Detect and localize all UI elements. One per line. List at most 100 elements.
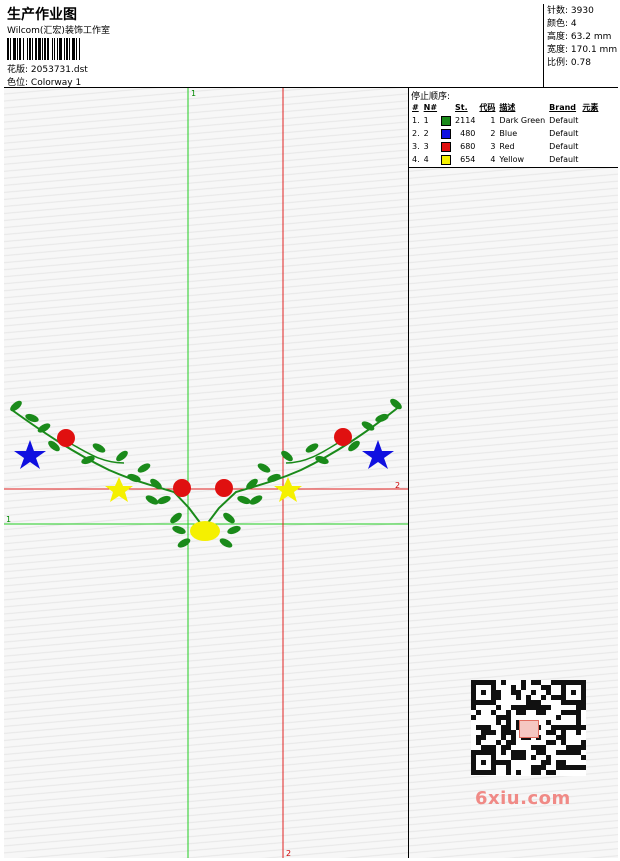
cell-swatch bbox=[439, 114, 453, 127]
cell-index: 1. bbox=[412, 116, 420, 125]
red-rose-2 bbox=[173, 479, 191, 497]
colorway-label: 色位: bbox=[7, 78, 29, 88]
green-guide-label-left: 1 bbox=[6, 515, 11, 524]
leaf bbox=[92, 443, 106, 453]
cell-element bbox=[580, 114, 600, 127]
cell-needle: 3 bbox=[423, 142, 429, 151]
blue-star-right bbox=[362, 440, 394, 469]
cell-needle: 2 bbox=[423, 129, 429, 138]
leaf bbox=[257, 463, 271, 473]
cell-brand: Default bbox=[549, 142, 579, 151]
cell-description: Yellow bbox=[499, 155, 525, 164]
stop-sequence-table: # N# St. 代码 描述 Brand 元素 1. 1 2114 1 Dark Gre… bbox=[410, 101, 600, 166]
table-row: 2. 2 480 2 Blue Default bbox=[410, 127, 600, 140]
leaf bbox=[25, 413, 39, 423]
table-row: 4. 4 654 4 Yellow Default bbox=[410, 153, 600, 166]
right-panel: 停止顺序: # N# St. 代码 描述 Brand 元素 1. 1 2114 1 Da… bbox=[409, 88, 618, 858]
leaf bbox=[10, 400, 22, 412]
color-swatch bbox=[441, 128, 452, 139]
col-index: # bbox=[412, 103, 419, 112]
colorway-row: 色位: Colorway 1 bbox=[7, 75, 81, 88]
cell-brand: Default bbox=[549, 129, 579, 138]
cell-description: Red bbox=[499, 142, 515, 151]
cell-element bbox=[580, 127, 600, 140]
cell-code: 1 bbox=[490, 116, 496, 125]
table-row: 3. 3 680 3 Red Default bbox=[410, 140, 600, 153]
cell-code: 4 bbox=[490, 155, 496, 164]
cell-stitches: 2114 bbox=[455, 116, 476, 125]
cell-element bbox=[580, 140, 600, 153]
stop-sequence-panel: 停止顺序: # N# St. 代码 描述 Brand 元素 1. 1 2114 1 Da… bbox=[409, 88, 618, 168]
spec-stitches: 针数: 3930 bbox=[547, 6, 594, 16]
qr-code bbox=[471, 680, 586, 776]
cell-index: 4. bbox=[412, 155, 420, 164]
cell-brand: Default bbox=[549, 116, 579, 125]
cell-stitches: 654 bbox=[460, 155, 476, 164]
leaf bbox=[137, 463, 151, 473]
leaf bbox=[219, 538, 233, 548]
company-name: Wilcom(汇宏)装饰工作室 bbox=[7, 26, 110, 36]
col-brand: Brand bbox=[549, 103, 577, 112]
table-row: 1. 1 2114 1 Dark Green Default bbox=[410, 114, 600, 127]
specs-panel: 针数: 3930 颜色: 4 高度: 63.2 mm 宽度: 170.1 mm … bbox=[543, 4, 618, 88]
col-element: 元素 bbox=[582, 103, 599, 112]
cell-swatch bbox=[439, 127, 453, 140]
leaf bbox=[223, 512, 235, 524]
cell-description: Blue bbox=[499, 129, 518, 138]
col-needle: N# bbox=[423, 103, 438, 112]
leaf bbox=[145, 495, 159, 505]
leaf bbox=[375, 413, 389, 423]
leaf bbox=[237, 495, 251, 505]
table-header-row: # N# St. 代码 描述 Brand 元素 bbox=[410, 101, 600, 114]
leaf bbox=[116, 450, 128, 462]
cell-description: Dark Green bbox=[499, 116, 546, 125]
cell-index: 2. bbox=[412, 129, 420, 138]
worksheet-header: 生产作业图 Wilcom(汇宏)装饰工作室 花版: 2053731.dst 色位… bbox=[4, 4, 618, 88]
red-guide-label-bottom: 2 bbox=[286, 849, 291, 858]
watermark: 6xiu.com bbox=[475, 788, 571, 809]
cell-code: 3 bbox=[490, 142, 496, 151]
colorway-value: Colorway 1 bbox=[30, 78, 82, 88]
col-stitches: St. bbox=[455, 103, 468, 112]
color-swatch bbox=[441, 141, 452, 152]
cell-needle: 1 bbox=[423, 116, 429, 125]
col-swatch bbox=[439, 101, 453, 114]
leaf bbox=[281, 450, 293, 462]
leaf bbox=[177, 538, 191, 548]
spec-colors: 颜色: 4 bbox=[547, 19, 577, 29]
design-file-row: 花版: 2053731.dst bbox=[7, 62, 88, 75]
spec-width: 宽度: 170.1 mm bbox=[547, 45, 618, 55]
leaf bbox=[305, 443, 319, 453]
red-rose-1 bbox=[57, 429, 75, 447]
leaf bbox=[227, 525, 241, 535]
design-file-label: 花版: bbox=[7, 65, 29, 75]
cell-swatch bbox=[439, 140, 453, 153]
spec-scale: 比例: 0.78 bbox=[547, 58, 591, 68]
page-title: 生产作业图 bbox=[7, 7, 77, 23]
qr-logo bbox=[519, 720, 539, 738]
color-swatch bbox=[441, 154, 452, 165]
cell-stitches: 680 bbox=[460, 142, 476, 151]
design-preview[interactable]: 1 1 2 2 bbox=[4, 88, 409, 858]
cell-brand: Default bbox=[549, 155, 579, 164]
red-guide-label-right: 2 bbox=[395, 481, 400, 490]
col-code: 代码 bbox=[479, 103, 496, 112]
yellow-center-flower bbox=[190, 521, 220, 541]
design-file-value: 2053731.dst bbox=[30, 65, 88, 75]
red-rose-4 bbox=[334, 428, 352, 446]
red-rose-3 bbox=[215, 479, 233, 497]
barcode bbox=[7, 38, 143, 60]
green-guide-label-top: 1 bbox=[191, 89, 196, 98]
cell-needle: 4 bbox=[423, 155, 429, 164]
spec-height: 高度: 63.2 mm bbox=[547, 32, 612, 42]
blue-star-left bbox=[14, 440, 46, 469]
cell-swatch bbox=[439, 153, 453, 166]
leaf bbox=[172, 525, 186, 535]
cell-index: 3. bbox=[412, 142, 420, 151]
color-swatch bbox=[441, 115, 452, 126]
cell-stitches: 480 bbox=[460, 129, 476, 138]
cell-element bbox=[580, 153, 600, 166]
leaf bbox=[170, 512, 182, 524]
cell-code: 2 bbox=[490, 129, 496, 138]
leaf bbox=[157, 495, 171, 505]
